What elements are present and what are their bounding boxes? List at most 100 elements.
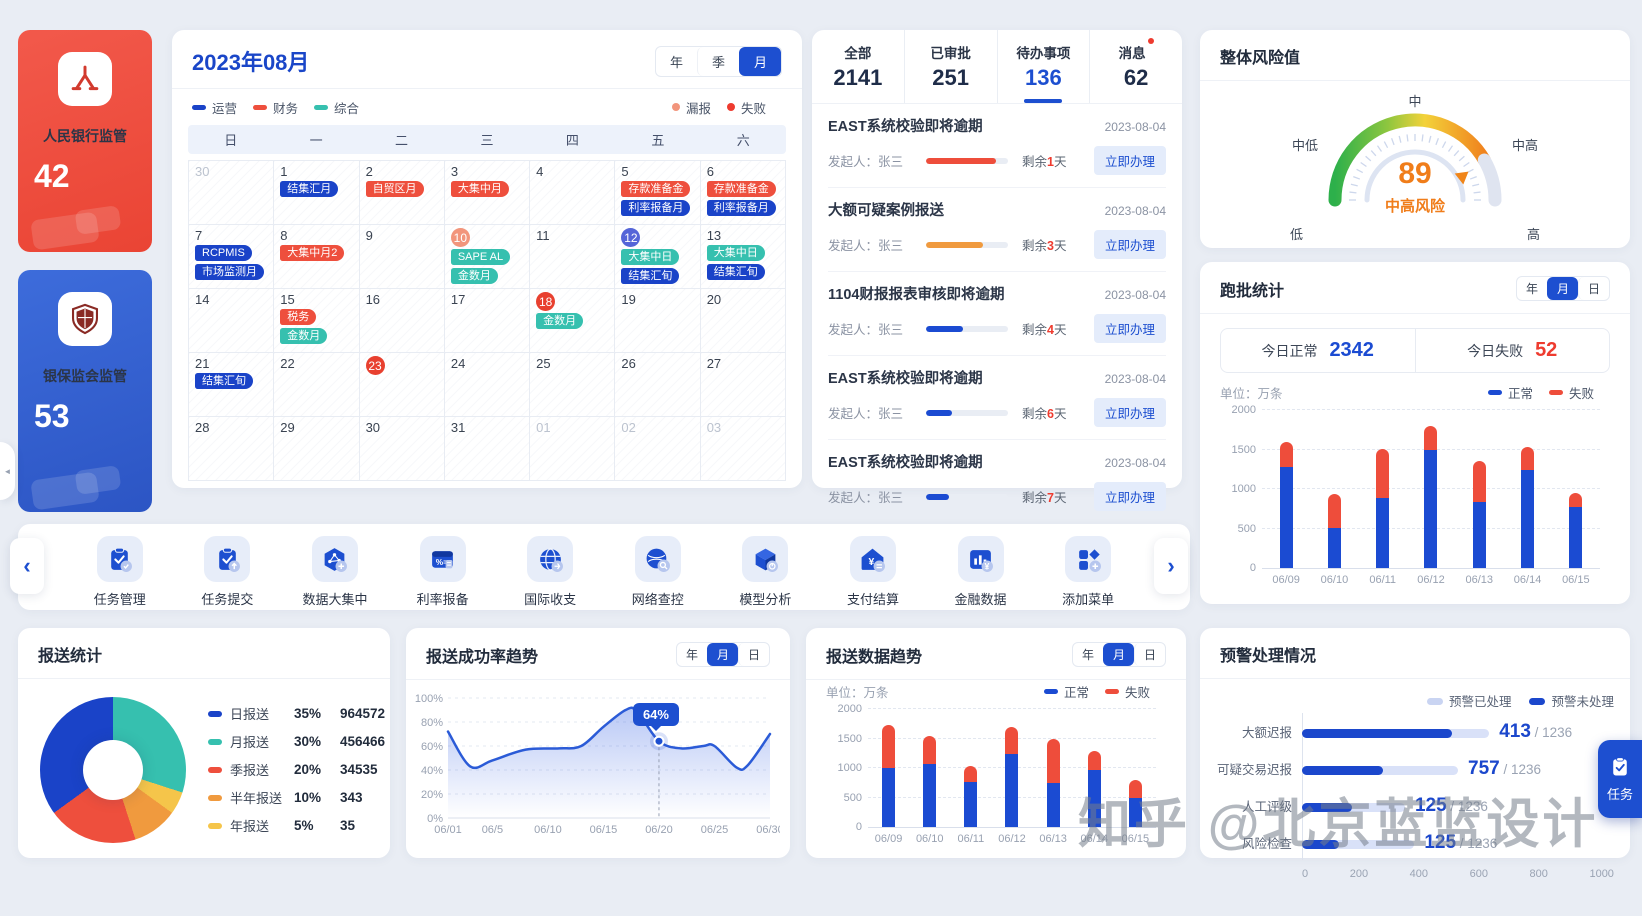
calendar-day-15[interactable]: 15税务金数月 — [274, 289, 358, 352]
calendar-day-30[interactable]: 30 — [189, 161, 273, 224]
bar-06/10[interactable] — [1328, 494, 1341, 568]
toggle-option-月[interactable]: 月 — [739, 47, 781, 76]
calendar-event[interactable]: SAPE AL — [451, 249, 510, 265]
toggle-option-日[interactable]: 日 — [738, 643, 769, 666]
calendar-event[interactable]: RCPMIS — [195, 245, 252, 261]
calendar-day-26[interactable]: 26 — [615, 353, 699, 416]
calendar-event[interactable]: 自贸区月 — [366, 181, 424, 197]
toolbar-item-网络查控[interactable]: 网络查控 — [613, 536, 703, 608]
calendar-event[interactable]: 结集汇月 — [280, 181, 338, 197]
bar-06/14[interactable] — [1521, 447, 1534, 568]
toolbar-item-金融数据[interactable]: ¥金融数据 — [936, 536, 1026, 608]
bar-06/12[interactable] — [1424, 426, 1437, 568]
calendar-day-9[interactable]: 9 — [360, 225, 444, 288]
calendar-day-02[interactable]: 02 — [615, 417, 699, 480]
calendar-event[interactable]: 大集中月2 — [280, 245, 344, 261]
toggle-option-日[interactable]: 日 — [1578, 277, 1609, 300]
calendar-event[interactable]: 利率报备月 — [621, 200, 690, 216]
bar-06/12[interactable] — [1005, 727, 1018, 827]
floating-task-button[interactable]: 任务 — [1598, 740, 1642, 818]
toggle-option-日[interactable]: 日 — [1134, 643, 1165, 666]
toolbar-item-添加菜单[interactable]: 添加菜单 — [1043, 536, 1133, 608]
calendar-day-14[interactable]: 14 — [189, 289, 273, 352]
calendar-day-16[interactable]: 16 — [360, 289, 444, 352]
calendar-event[interactable]: 结集汇旬 — [195, 373, 253, 389]
calendar-day-01[interactable]: 01 — [530, 417, 614, 480]
toggle-option-年[interactable]: 年 — [1073, 643, 1103, 666]
bar-06/14[interactable] — [1088, 751, 1101, 827]
todo-tab-消息[interactable]: 消息62 — [1089, 30, 1182, 103]
bar-06/13[interactable] — [1473, 461, 1486, 568]
calendar-event[interactable]: 金数月 — [536, 313, 583, 329]
calendar-day-03[interactable]: 03 — [701, 417, 785, 480]
calendar-event[interactable]: 大集中日 — [621, 249, 679, 265]
handle-now-button[interactable]: 立即办理 — [1094, 398, 1166, 427]
calendar-event[interactable]: 金数月 — [280, 328, 327, 344]
todo-tab-全部[interactable]: 全部2141 — [812, 30, 904, 103]
calendar-event[interactable]: 市场监测月 — [195, 264, 264, 280]
handle-now-button[interactable]: 立即办理 — [1094, 314, 1166, 343]
toggle-option-年[interactable]: 年 — [656, 47, 697, 76]
regulator-card-1[interactable]: 人民银行监管42 — [18, 30, 152, 252]
calendar-event[interactable]: 结集汇旬 — [707, 264, 765, 280]
toggle-option-月[interactable]: 月 — [1547, 277, 1578, 300]
calendar-day-5[interactable]: 5存款准备金利率报备月 — [615, 161, 699, 224]
toolbar-item-国际收支[interactable]: 国际收支 — [505, 536, 595, 608]
calendar-day-30[interactable]: 30 — [360, 417, 444, 480]
calendar-day-21[interactable]: 21结集汇旬 — [189, 353, 273, 416]
calendar-day-31[interactable]: 31 — [445, 417, 529, 480]
todo-tab-已审批[interactable]: 已审批251 — [904, 30, 997, 103]
bar-06/11[interactable] — [964, 766, 977, 827]
toolbar-prev-button[interactable]: ‹ — [10, 538, 44, 594]
calendar-day-29[interactable]: 29 — [274, 417, 358, 480]
bar-06/10[interactable] — [923, 736, 936, 827]
calendar-day-18[interactable]: 18金数月 — [530, 289, 614, 352]
toolbar-item-数据大集中[interactable]: 数据大集中 — [290, 536, 380, 608]
calendar-event[interactable]: 税务 — [280, 309, 316, 325]
calendar-day-22[interactable]: 22 — [274, 353, 358, 416]
calendar-day-27[interactable]: 27 — [701, 353, 785, 416]
bar-06/09[interactable] — [882, 725, 895, 827]
calendar-event[interactable]: 金数月 — [451, 268, 498, 284]
calendar-event[interactable]: 大集中日 — [707, 245, 765, 261]
calendar-day-24[interactable]: 24 — [445, 353, 529, 416]
toolbar-item-任务管理[interactable]: 任务管理 — [75, 536, 165, 608]
calendar-day-28[interactable]: 28 — [189, 417, 273, 480]
calendar-day-4[interactable]: 4 — [530, 161, 614, 224]
calendar-day-8[interactable]: 8大集中月2 — [274, 225, 358, 288]
toolbar-next-button[interactable]: › — [1154, 538, 1188, 594]
calendar-day-13[interactable]: 13大集中日结集汇旬 — [701, 225, 785, 288]
toggle-option-年[interactable]: 年 — [1517, 277, 1547, 300]
regulator-card-2[interactable]: 银保监会监管53 — [18, 270, 152, 512]
handle-now-button[interactable]: 立即办理 — [1094, 482, 1166, 511]
calendar-event[interactable]: 大集中月 — [451, 181, 509, 197]
todo-tab-待办事项[interactable]: 待办事项136 — [997, 30, 1090, 103]
toggle-option-年[interactable]: 年 — [677, 643, 707, 666]
calendar-day-25[interactable]: 25 — [530, 353, 614, 416]
calendar-day-17[interactable]: 17 — [445, 289, 529, 352]
bar-06/15[interactable] — [1129, 780, 1142, 827]
toolbar-item-支付结算[interactable]: ¥支付结算 — [828, 536, 918, 608]
calendar-day-6[interactable]: 6存款准备金利率报备月 — [701, 161, 785, 224]
calendar-day-7[interactable]: 7RCPMIS市场监测月 — [189, 225, 273, 288]
bar-06/09[interactable] — [1280, 442, 1293, 568]
collapse-edge-tab[interactable]: ◄ — [0, 442, 15, 500]
calendar-day-12[interactable]: 12大集中日结集汇旬 — [615, 225, 699, 288]
calendar-day-2[interactable]: 2自贸区月 — [360, 161, 444, 224]
bar-06/13[interactable] — [1047, 739, 1060, 827]
calendar-day-23[interactable]: 23 — [360, 353, 444, 416]
toggle-option-月[interactable]: 月 — [707, 643, 738, 666]
calendar-day-19[interactable]: 19 — [615, 289, 699, 352]
toolbar-item-利率报备[interactable]: %=利率报备 — [398, 536, 488, 608]
handle-now-button[interactable]: 立即办理 — [1094, 146, 1166, 175]
calendar-day-11[interactable]: 11 — [530, 225, 614, 288]
calendar-day-20[interactable]: 20 — [701, 289, 785, 352]
bar-06/11[interactable] — [1376, 449, 1389, 568]
toolbar-item-任务提交[interactable]: 任务提交 — [182, 536, 272, 608]
toggle-option-季[interactable]: 季 — [697, 47, 739, 76]
toolbar-item-模型分析[interactable]: 模型分析 — [720, 536, 810, 608]
calendar-event[interactable]: 结集汇旬 — [621, 268, 679, 284]
calendar-day-10[interactable]: 10SAPE AL金数月 — [445, 225, 529, 288]
calendar-day-1[interactable]: 1结集汇月 — [274, 161, 358, 224]
calendar-event[interactable]: 利率报备月 — [707, 200, 776, 216]
